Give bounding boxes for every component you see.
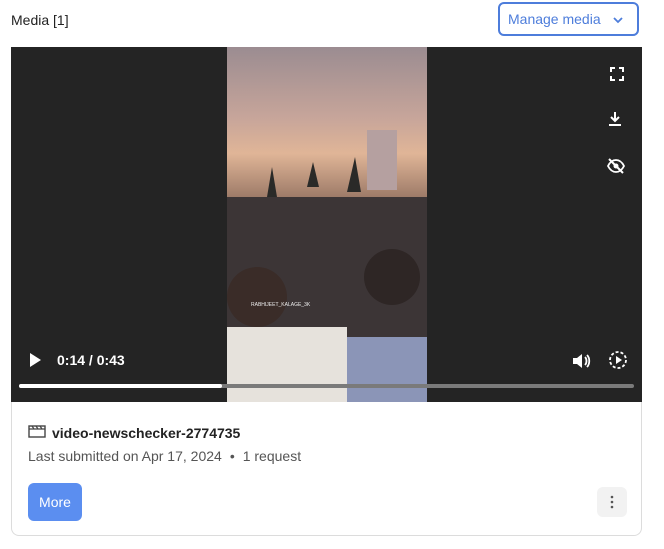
progress-track[interactable] [19, 384, 634, 388]
request-count: 1 request [242, 448, 302, 464]
video-frame: RABHIJEET_KALAGE_3K [227, 47, 427, 402]
film-icon [28, 424, 46, 441]
manage-media-label: Manage media [508, 11, 601, 27]
volume-icon[interactable] [571, 352, 591, 370]
submitted-date: Last submitted on Apr 17, 2024 [28, 448, 222, 464]
media-file-row: video-newschecker-2774735 [28, 424, 240, 441]
chevron-down-icon [611, 13, 625, 30]
progress-fill [19, 384, 222, 388]
meta-separator: • [229, 448, 235, 464]
media-meta: Last submitted on Apr 17, 2024 • 1 request [28, 448, 301, 464]
playback-speed-icon[interactable] [608, 350, 627, 369]
time-display: 0:14 / 0:43 [57, 352, 125, 368]
video-player[interactable]: RABHIJEET_KALAGE_3K 0:14 / 0:43 [11, 47, 642, 402]
media-card: video-newschecker-2774735 Last submitted… [11, 402, 642, 536]
play-icon[interactable] [28, 352, 46, 370]
media-filename: video-newschecker-2774735 [52, 424, 241, 441]
fullscreen-icon[interactable] [608, 65, 626, 83]
hide-icon[interactable] [606, 157, 626, 175]
watermark-text: RABHIJEET_KALAGE_3K [251, 302, 311, 308]
more-button[interactable]: More [28, 483, 82, 521]
kebab-icon[interactable] [597, 487, 627, 517]
media-header-title: Media [1] [11, 12, 69, 28]
download-icon[interactable] [606, 110, 624, 128]
manage-media-button[interactable]: Manage media [498, 2, 639, 36]
